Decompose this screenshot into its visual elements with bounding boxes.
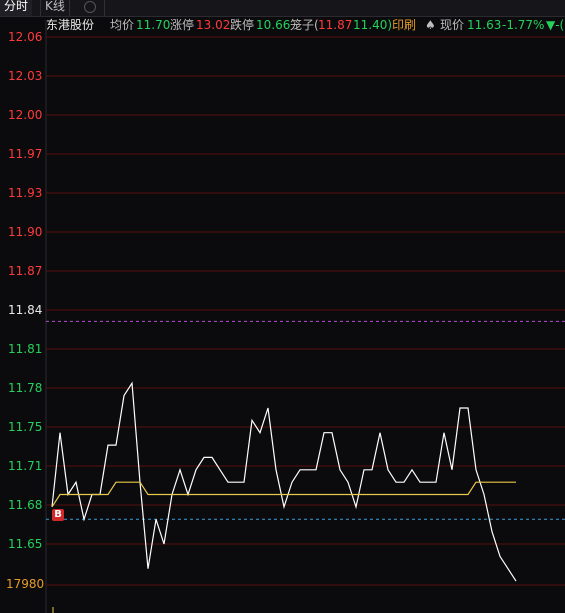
y-tick-label: 11.87 [8,264,43,278]
y-tick-label: 12.00 [8,108,43,122]
volume-axis-label: 17980 [6,577,45,591]
y-tick-label: 11.75 [8,420,43,434]
y-tick-label: 11.81 [8,342,43,356]
y-tick-label: 11.93 [8,186,43,200]
y-tick-label: 11.97 [8,147,43,161]
y-tick-label: 11.68 [8,498,43,512]
average-line [51,481,516,508]
y-tick-label: 11.84 [8,303,43,317]
intraday-chart[interactable] [0,0,565,613]
y-tick-label: 11.78 [8,381,43,395]
y-tick-label: 11.65 [8,537,43,551]
buy-badge[interactable]: B [52,509,64,521]
y-tick-label: 12.06 [8,30,43,44]
y-tick-label: 11.90 [8,225,43,239]
y-tick-label: 11.71 [8,459,43,473]
y-tick-label: 12.03 [8,69,43,83]
